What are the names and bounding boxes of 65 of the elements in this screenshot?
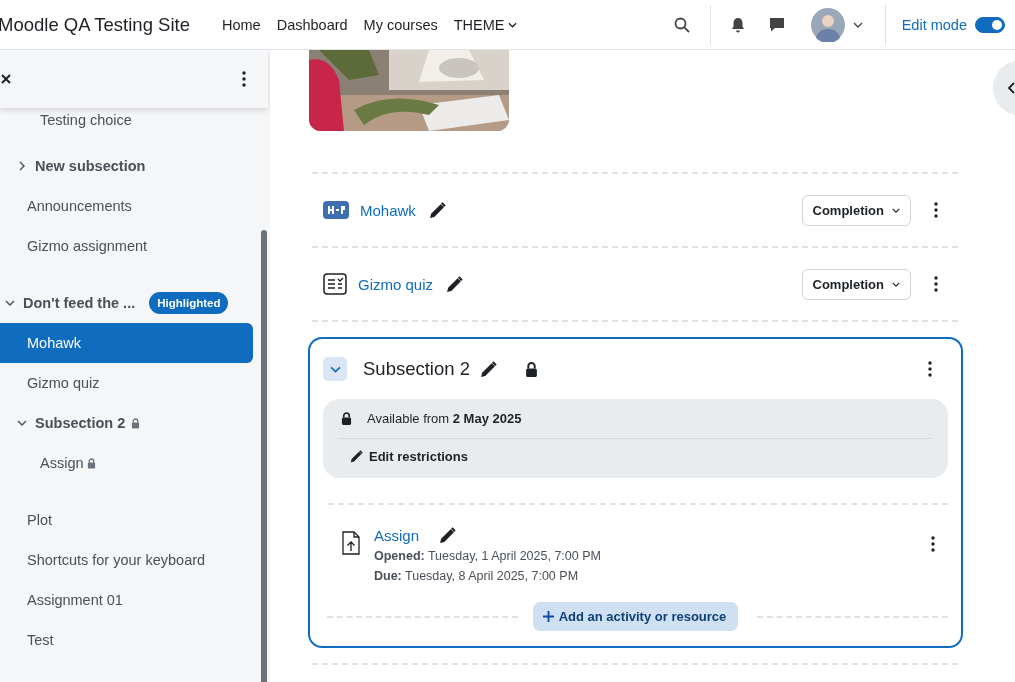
search-icon[interactable] [673, 16, 690, 33]
nav-link[interactable]: Home [221, 16, 261, 33]
subsection-title[interactable]: Subsection 2 [35, 415, 126, 431]
caret-icon[interactable] [852, 21, 863, 28]
quiz-icon [323, 273, 347, 295]
course-index-item[interactable]: Assign [40, 455, 84, 471]
edit-restrictions-link[interactable]: Edit restrictions [350, 449, 932, 464]
bell-icon[interactable] [730, 16, 745, 33]
course-index-item[interactable]: Shortcuts for your keyboard [0, 540, 253, 580]
course-index-item[interactable]: Announcements [0, 186, 253, 226]
close-icon[interactable] [1, 74, 11, 84]
more-icon[interactable] [931, 536, 935, 552]
completion-dropdown[interactable]: Completion [801, 268, 911, 300]
chat-icon[interactable] [768, 17, 785, 32]
file-upload-icon [342, 531, 360, 555]
pencil-icon[interactable] [439, 527, 457, 544]
chevron-icon[interactable] [17, 418, 27, 428]
chevron-icon [1007, 82, 1015, 94]
completion-dropdown[interactable]: Completion [801, 194, 911, 226]
highlighted-badge: Highlighted [149, 292, 229, 314]
edit-mode-label: Edit mode [901, 16, 967, 33]
more-icon[interactable] [934, 276, 938, 292]
course-index-item[interactable]: Assignment 01 [0, 580, 253, 620]
date-text: Opened: Tuesday, 1 April 2025, 7:00 PM [374, 548, 601, 565]
course-index-item[interactable]: Gizmo assignment [0, 226, 253, 266]
course-index-item[interactable]: Gizmo quiz [0, 363, 253, 403]
scrollbar[interactable] [261, 230, 267, 682]
plus-icon [542, 611, 554, 622]
collapse-button[interactable] [323, 357, 347, 381]
chevron-icon[interactable] [17, 161, 27, 171]
chevron-icon [329, 365, 341, 373]
nav-link[interactable]: My courses [363, 16, 438, 33]
course-index-item[interactable]: Test [0, 620, 253, 660]
nav-link[interactable]: Dashboard [276, 16, 348, 33]
lock-icon [341, 412, 352, 425]
activity-link[interactable]: Mohawk [360, 201, 416, 219]
edit-mode-switch[interactable] [975, 16, 1005, 33]
more-icon[interactable] [928, 361, 932, 377]
chevron-icon[interactable] [5, 298, 15, 308]
course-index-item[interactable]: Mohawk [0, 323, 253, 363]
avatar-icon[interactable] [810, 7, 845, 42]
activity-link[interactable]: Gizmo quiz [358, 275, 434, 293]
section-title[interactable]: Don't feed the ... [23, 295, 136, 311]
pencil-icon[interactable] [479, 360, 497, 378]
date-text: Due: Tuesday, 8 April 2025, 7:00 PM [374, 568, 580, 585]
subsection-title[interactable]: New subsection [35, 158, 146, 174]
lock-icon [131, 417, 141, 429]
lock-icon [86, 457, 96, 469]
course-index-item[interactable]: Testing choice [40, 112, 132, 128]
caret-icon [892, 207, 900, 213]
availability-text: Available from 2 May 2025 [367, 411, 522, 426]
more-icon[interactable] [934, 202, 938, 218]
add-activity-button[interactable]: Add an activity or resource [532, 602, 739, 631]
interactive-content-icon [323, 201, 349, 219]
course-index-item[interactable]: Plot [0, 500, 253, 540]
activity-link[interactable]: Assign [374, 527, 420, 544]
pencil-icon[interactable] [428, 201, 446, 219]
nav-link[interactable]: THEME [453, 16, 518, 33]
caret-icon [508, 21, 518, 28]
site-name[interactable]: Moodle QA Testing Site [0, 13, 190, 36]
subsection-title: Subsection 2 [363, 358, 470, 380]
pencil-icon [350, 450, 363, 463]
caret-icon [892, 281, 900, 287]
more-icon[interactable] [242, 71, 246, 87]
pencil-icon[interactable] [446, 275, 464, 293]
